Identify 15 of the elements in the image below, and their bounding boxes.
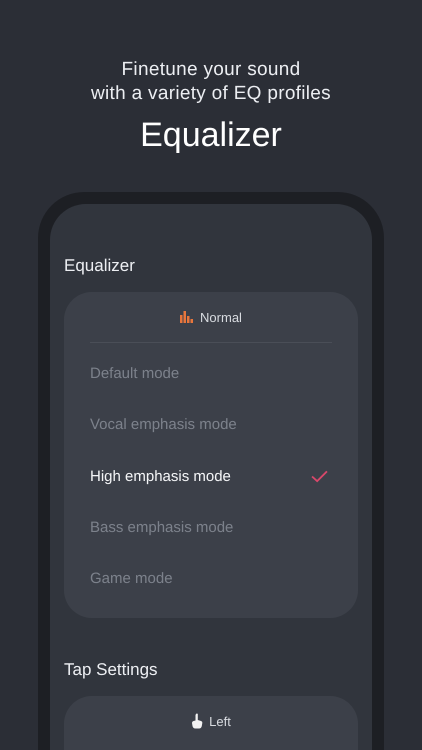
mode-option[interactable]: Bass emphasis mode [90, 502, 332, 554]
hand-icon [191, 713, 204, 730]
equalizer-icon [180, 311, 194, 323]
section-title: Tap Settings [64, 659, 159, 682]
subtitle: Finetune your sound [120, 58, 302, 82]
mode-option[interactable]: Default mode [90, 348, 332, 400]
tap-side: Left [209, 714, 231, 729]
mode-option[interactable]: Vocal emphasis mode [90, 399, 332, 451]
current-profile: Normal [200, 310, 242, 324]
page-title: Equalizer [139, 115, 283, 156]
check-icon [311, 470, 328, 483]
subtitle: with a variety of EQ profiles [90, 82, 332, 106]
section-title: Equalizer [64, 255, 136, 277]
mode-option[interactable]: High emphasis mode [90, 450, 332, 502]
mode-option[interactable]: Game mode [90, 553, 332, 604]
